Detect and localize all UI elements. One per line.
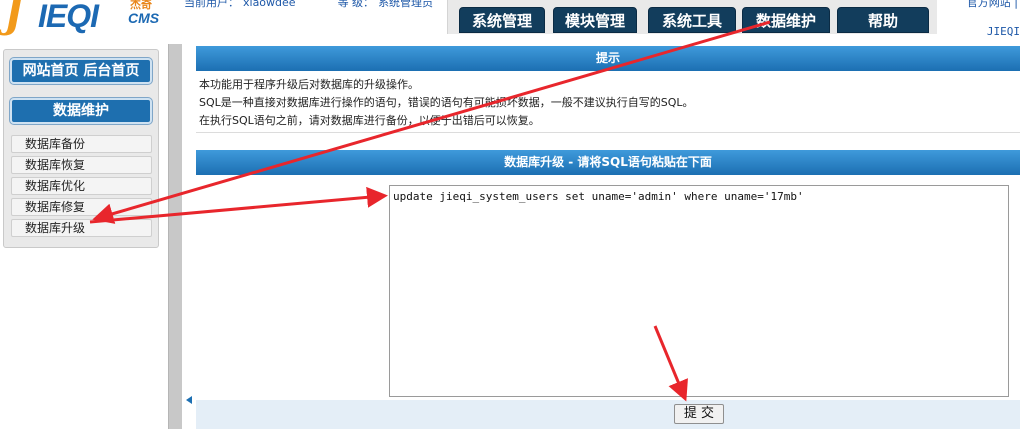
sql-area: update jieqi_system_users set uname='adm… (196, 177, 1020, 399)
sidebar-item-db-optimize[interactable]: 数据库优化 (11, 177, 152, 195)
sidebar-splitter[interactable] (168, 44, 182, 429)
level-label: 等 级： (337, 0, 375, 9)
main-content: 提示 本功能用于程序升级后对数据库的升级操作。 SQL是一种直接对数据库进行操作… (196, 44, 1020, 429)
triangle-left-icon[interactable] (186, 396, 192, 404)
sidebar-item-db-restore[interactable]: 数据库恢复 (11, 156, 152, 174)
tab-system-management[interactable]: 系统管理 (459, 7, 545, 33)
site-home-button[interactable]: 网站首页 后台首页 (10, 58, 152, 84)
current-user-label: 当前用户： (184, 0, 239, 9)
official-site-link[interactable]: 官方网站 | (967, 0, 1018, 10)
sql-title-bar: 数据库升级 - 请将SQL语句粘贴在下面 (196, 150, 1020, 175)
sidebar-item-db-repair[interactable]: 数据库修复 (11, 198, 152, 216)
level-value: 系统管理员 (378, 0, 434, 9)
tab-data-maintenance[interactable]: 数据维护 (742, 7, 830, 33)
sidebar: 网站首页 后台首页 数据维护 数据库备份 数据库恢复 数据库优化 数据库修复 数… (0, 44, 168, 429)
logo-cms: CMS (128, 10, 160, 26)
user-info: 当前用户： xiaowdee 等 级： 系统管理员 (184, 0, 437, 10)
tab-system-tools[interactable]: 系统工具 (648, 7, 736, 33)
sql-textarea[interactable]: update jieqi_system_users set uname='adm… (389, 185, 1009, 397)
jieqi-logo[interactable]: J IEQI 杰奇 CMS (4, 0, 166, 36)
submit-button[interactable]: 提 交 (674, 404, 724, 424)
sidebar-item-db-upgrade[interactable]: 数据库升级 (11, 219, 152, 237)
logo-wordmark: IEQI (38, 0, 99, 34)
tab-module-management[interactable]: 模块管理 (553, 7, 637, 33)
section-header-data-maintenance[interactable]: 数据维护 (10, 98, 152, 124)
divider (196, 132, 1020, 133)
header: J IEQI 杰奇 CMS 当前用户： xiaowdee 等 级： 系统管理员 系统管… (0, 0, 1020, 44)
version-text: JIEQI (986, 25, 1020, 38)
submit-row: 提 交 (196, 400, 1020, 429)
sidebar-panel: 网站首页 后台首页 数据维护 数据库备份 数据库恢复 数据库优化 数据库修复 数… (3, 49, 159, 248)
main-nav: 系统管理 模块管理 系统工具 数据维护 帮助 (447, 0, 937, 34)
tip-line: 本功能用于程序升级后对数据库的升级操作。 (199, 78, 419, 91)
tip-line: 在执行SQL语句之前，请对数据库进行备份，以便于出错后可以恢复。 (199, 114, 540, 127)
tip-line: SQL是一种直接对数据库进行操作的语句，错误的语句有可能损坏数据，一般不建议执行… (199, 96, 694, 109)
tab-help[interactable]: 帮助 (837, 7, 929, 33)
current-user-name: xiaowdee (243, 0, 296, 9)
tip-body: 本功能用于程序升级后对数据库的升级操作。 SQL是一种直接对数据库进行操作的语句… (199, 76, 1017, 130)
logo-mark: J (4, 0, 23, 37)
sidebar-item-db-backup[interactable]: 数据库备份 (11, 135, 152, 153)
tip-title-bar: 提示 (196, 46, 1020, 71)
